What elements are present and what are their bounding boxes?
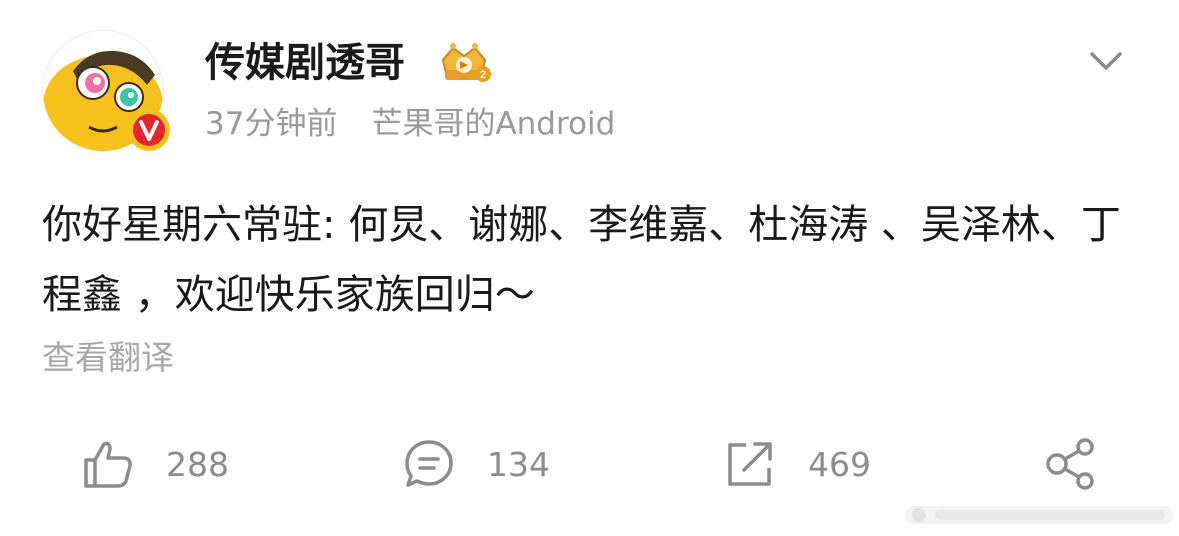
translate-link[interactable]: 查看翻译 bbox=[42, 336, 174, 380]
svg-text:2: 2 bbox=[480, 69, 486, 81]
thumbs-up-icon bbox=[84, 441, 132, 488]
post-source: 芒果哥的Android bbox=[371, 106, 616, 142]
like-button[interactable]: 288 bbox=[82, 434, 229, 494]
share-nodes-icon bbox=[1046, 438, 1094, 490]
crown-icon[interactable]: 2 bbox=[435, 40, 493, 86]
comment-button[interactable]: 134 bbox=[403, 434, 550, 494]
post-time: 37分钟前 bbox=[205, 106, 338, 142]
share-button[interactable] bbox=[1044, 434, 1100, 494]
post-text: 你好星期六常驻: 何炅、谢娜、李维嘉、杜海涛 、吴泽林、丁程鑫 ，欢迎快乐家族回… bbox=[42, 202, 1121, 318]
like-count: 288 bbox=[166, 444, 229, 484]
username[interactable]: 传媒剧透哥 bbox=[205, 38, 405, 88]
repost-button[interactable]: 469 bbox=[724, 434, 871, 494]
comment-count: 134 bbox=[487, 444, 550, 484]
verified-badge-icon bbox=[128, 109, 170, 151]
chevron-down-icon[interactable] bbox=[1084, 44, 1128, 76]
watermark bbox=[905, 506, 1173, 524]
post-meta: 37分钟前 芒果哥的Android bbox=[205, 103, 615, 145]
repost-arrow-icon bbox=[728, 442, 772, 486]
repost-count: 469 bbox=[808, 444, 871, 484]
comment-bubble-icon bbox=[405, 440, 453, 487]
